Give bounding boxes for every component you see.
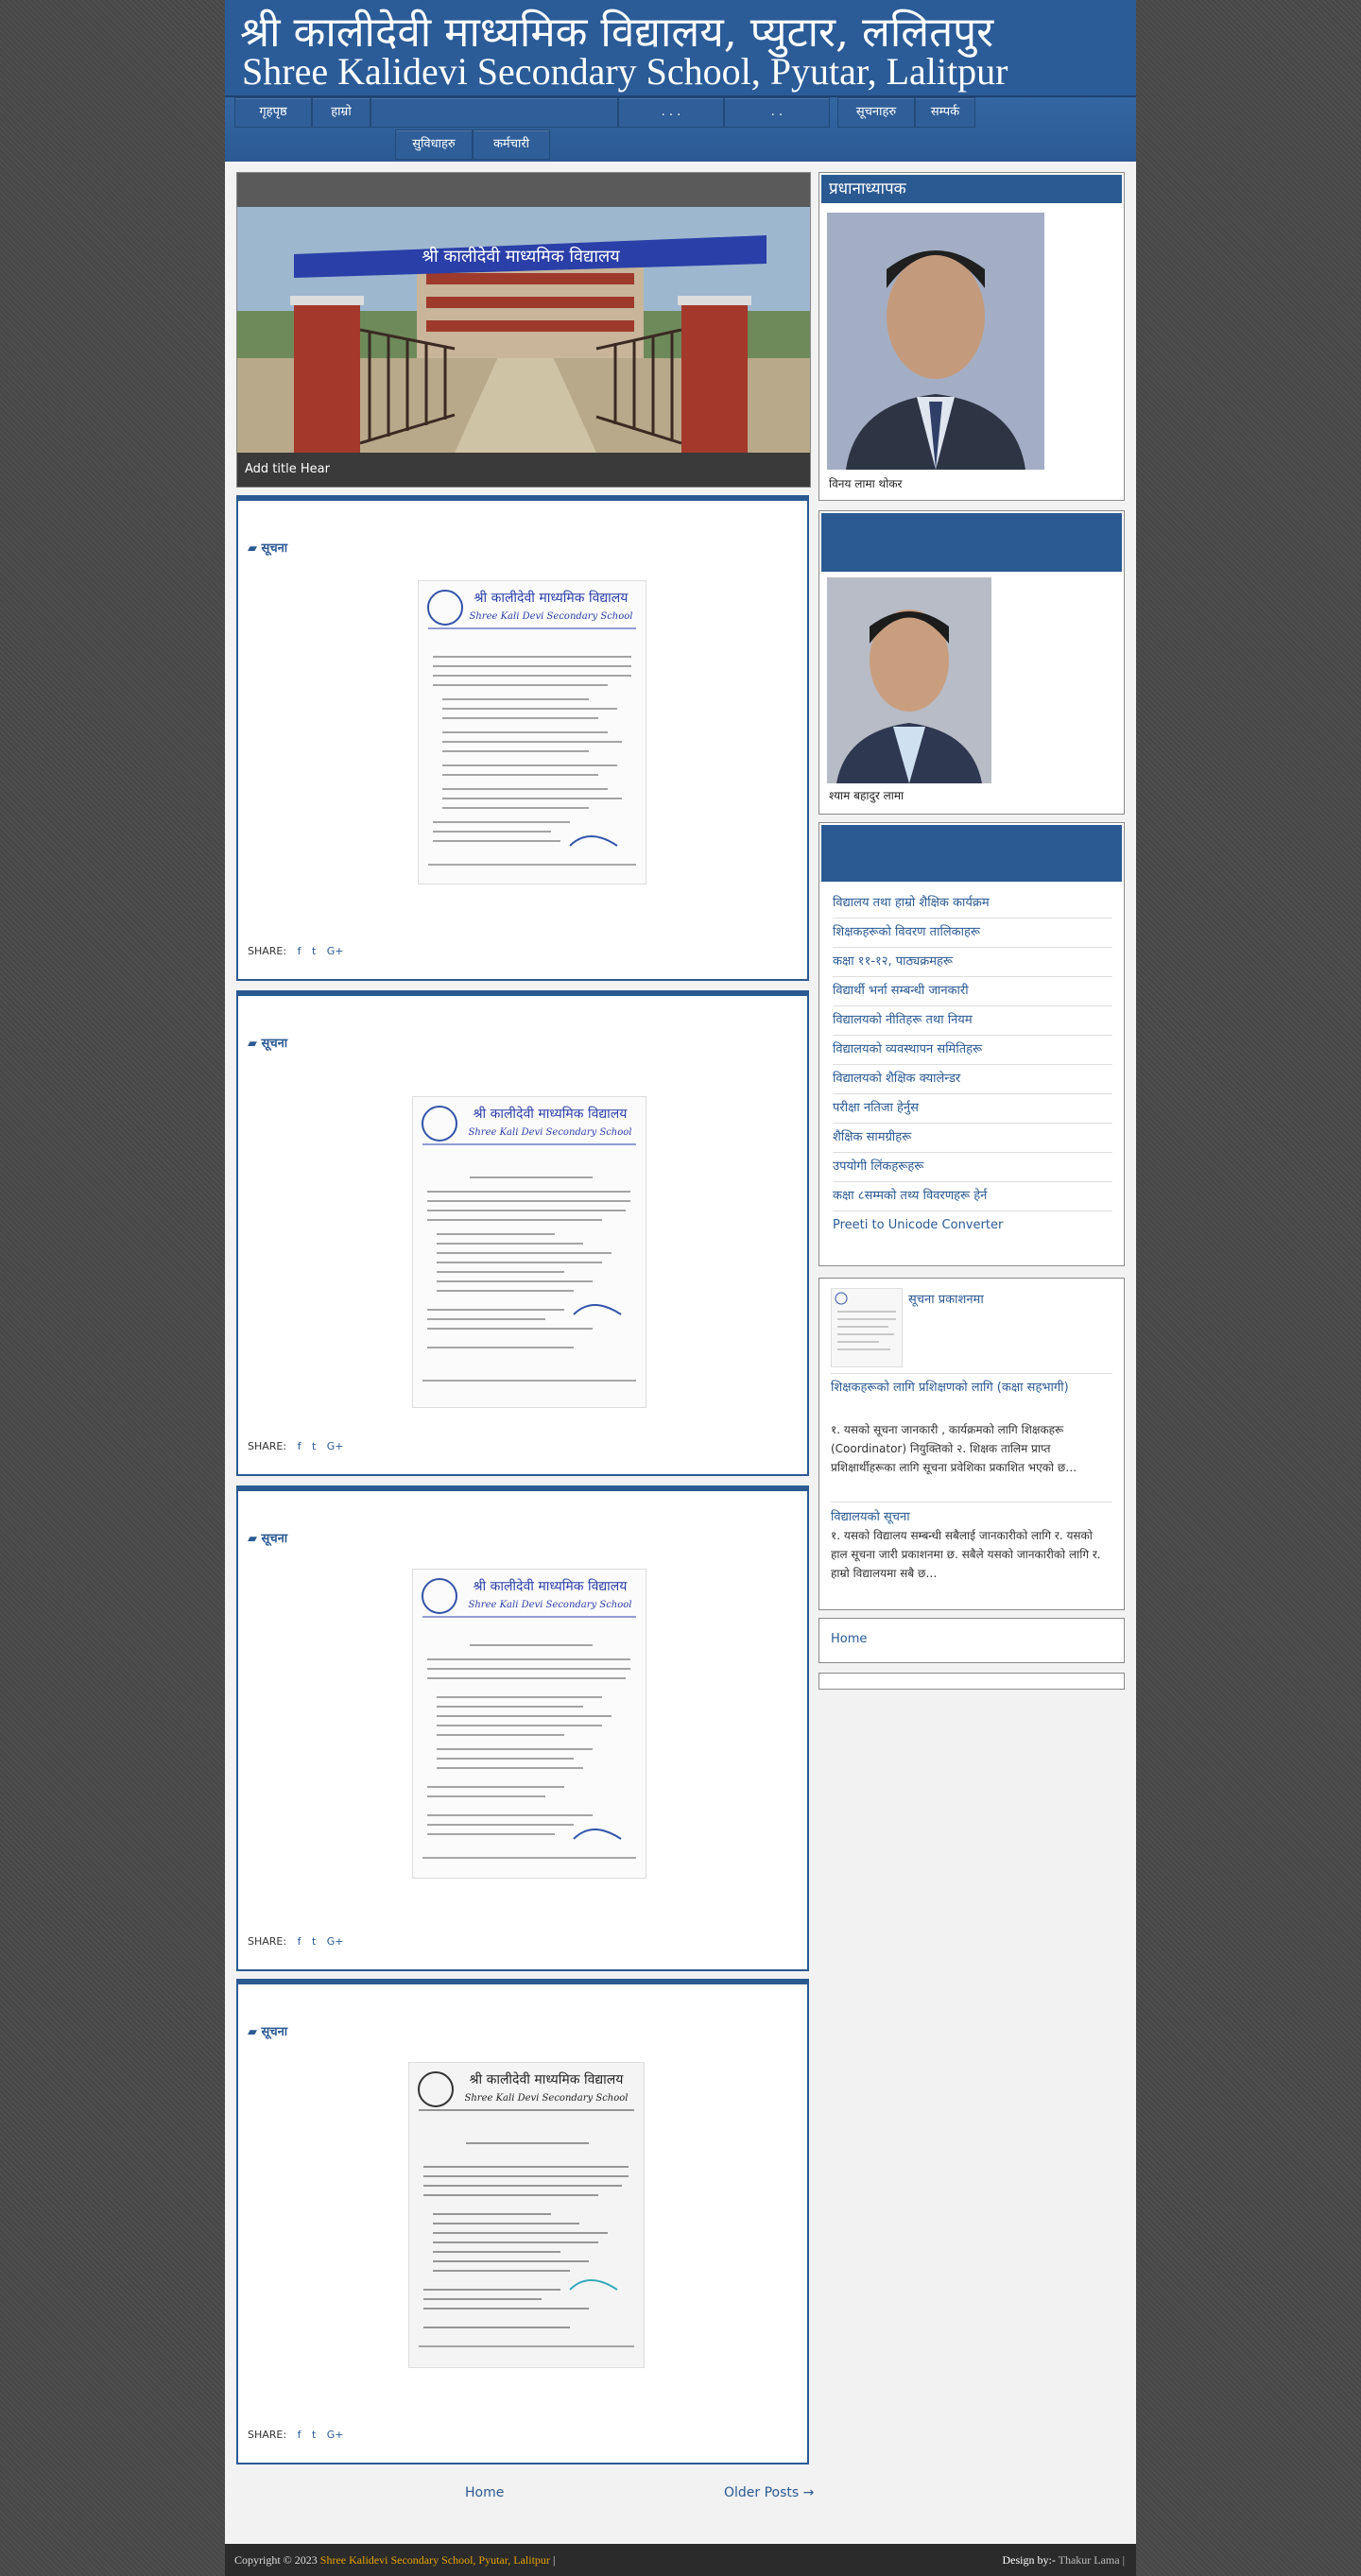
svg-text:श्री कालीदेवी माध्यमिक विद्याल: श्री कालीदेवी माध्यमिक विद्यालय	[470, 2071, 625, 2087]
site-header: श्री कालीदेवी माध्यमिक विद्यालय, प्युटार…	[225, 0, 1136, 97]
widget-title: प्रधानाध्यापक	[821, 175, 1122, 203]
google-plus-icon[interactable]: G+	[327, 945, 344, 957]
page-container: श्री कालीदेवी माध्यमिक विद्यालय, प्युटार…	[225, 0, 1136, 2576]
nav-item-contact[interactable]: सम्पर्क	[915, 97, 975, 128]
share-bar: SHARE: f t G+	[248, 1935, 344, 1948]
svg-text:श्री कालीदेवी माध्यमिक विद्याल: श्री कालीदेवी माध्यमिक विद्यालय	[422, 246, 620, 266]
principal-name: विनय लामा थोकर	[829, 477, 903, 490]
nav-item-staff[interactable]: कर्मचारी	[473, 129, 550, 160]
nav-item-about[interactable]: हाम्रो	[312, 97, 370, 128]
google-plus-icon[interactable]: G+	[327, 1935, 344, 1948]
post-category[interactable]: ▰ सूचना	[248, 1529, 287, 1546]
footer-designer: Design by:- Thakur Lama |	[1002, 2553, 1126, 2567]
sidebar-link[interactable]: शिक्षकहरूको विवरण तालिकाहरू	[833, 919, 1112, 948]
divider	[831, 1502, 1112, 1503]
nav-item-home[interactable]: गृहपृष्ठ	[234, 97, 312, 128]
site-footer: Copyright © 2023 Shree Kalidevi Secondar…	[225, 2544, 1136, 2576]
widget-quick-links: विद्यालय तथा हाम्रो शैक्षिक कार्यक्रम शि…	[818, 822, 1125, 1266]
google-plus-icon[interactable]: G+	[327, 2429, 344, 2441]
nav-item-blank[interactable]	[370, 97, 618, 128]
notice-document-image[interactable]: श्री कालीदेवी माध्यमिक विद्यालय Shree Ka…	[418, 580, 646, 884]
sidebar-link[interactable]: विद्यालयको व्यवस्थापन समितिहरू	[833, 1036, 1112, 1065]
widget-chairperson: श्याम बहादुर लामा	[818, 510, 1125, 815]
sidebar-link[interactable]: परीक्षा नतिजा हेर्नुस	[833, 1094, 1112, 1124]
sidebar-home-link[interactable]: Home	[831, 1632, 867, 1646]
pager-home-link[interactable]: Home	[465, 2485, 504, 2500]
sidebar-link[interactable]: विद्यालयको नीतिहरू तथा नियम	[833, 1006, 1112, 1036]
svg-text:Shree Kali Devi Secondary Scho: Shree Kali Devi Secondary School	[470, 611, 633, 622]
sidebar-link-preeti-converter[interactable]: Preeti to Unicode Converter	[833, 1211, 1112, 1240]
post-category[interactable]: ▰ सूचना	[248, 2022, 287, 2039]
main-navigation: गृहपृष्ठ हाम्रो . . . . . सूचनाहरु सम्पर…	[225, 97, 1136, 162]
chairperson-name: श्याम बहादुर लामा	[829, 789, 904, 802]
slider-photo-school-gate: श्री कालीदेवी माध्यमिक विद्यालय	[237, 207, 810, 453]
facebook-icon[interactable]: f	[298, 945, 301, 957]
facebook-icon[interactable]: f	[298, 2429, 301, 2441]
sidebar-link[interactable]: कक्षा ११-१२, पाठ्यक्रमहरू	[833, 948, 1112, 977]
widget-recent-posts: सूचना प्रकाशनमा शिक्षकहरूको लागि प्रशिक्…	[818, 1278, 1125, 1610]
folder-icon: ▰	[248, 2025, 262, 2039]
nav-item-dots-1[interactable]: . . .	[618, 97, 724, 128]
widget-empty	[818, 1673, 1125, 1690]
svg-text:Shree Kali Devi Secondary Scho: Shree Kali Devi Secondary School	[465, 2093, 629, 2104]
recent-post-excerpt: १. यसको सूचना जानकारी , कार्यक्रमको लागि…	[831, 1423, 1077, 1474]
recent-post-title[interactable]: विद्यालयको सूचना	[831, 1507, 1112, 1524]
notice-document-image[interactable]: श्री कालीदेवी माध्यमिक विद्यालय Shree Ka…	[412, 1096, 646, 1408]
twitter-icon[interactable]: t	[312, 945, 316, 957]
principal-photo[interactable]	[827, 213, 1044, 470]
site-title-english[interactable]: Shree Kalidevi Secondary School, Pyutar,…	[242, 49, 1008, 94]
sidebar-link[interactable]: उपयोगी लिंकहरूहरू	[833, 1153, 1112, 1182]
twitter-icon[interactable]: t	[312, 1935, 316, 1948]
post-card: ▰ सूचना श्री कालीदेवी माध्यमिक विद्यालय …	[236, 1485, 809, 1971]
share-bar: SHARE: f t G+	[248, 1440, 344, 1452]
notice-document-image[interactable]: श्री कालीदेवी माध्यमिक विद्यालय Shree Ka…	[412, 1569, 646, 1879]
nav-item-facilities[interactable]: सुविधाहरु	[395, 129, 473, 160]
twitter-icon[interactable]: t	[312, 2429, 316, 2441]
sidebar-link[interactable]: विद्यालय तथा हाम्रो शैक्षिक कार्यक्रम	[833, 889, 1112, 919]
svg-text:श्री कालीदेवी माध्यमिक विद्याल: श्री कालीदेवी माध्यमिक विद्यालय	[474, 1578, 629, 1594]
pager-older-posts-link[interactable]: Older Posts →	[724, 2485, 814, 2500]
widget-title	[821, 825, 1122, 882]
recent-post-title[interactable]: शिक्षकहरूको लागि प्रशिक्षणको लागि (कक्षा…	[831, 1379, 1112, 1398]
chairperson-photo[interactable]	[827, 577, 991, 783]
sidebar-link[interactable]: विद्यार्थी भर्ना सम्बन्धी जानकारी	[833, 977, 1112, 1006]
share-bar: SHARE: f t G+	[248, 2429, 344, 2441]
slider-top-bar	[237, 173, 810, 207]
folder-icon: ▰	[248, 541, 262, 556]
svg-text:Shree Kali Devi Secondary Scho: Shree Kali Devi Secondary School	[469, 1600, 632, 1610]
sidebar-link[interactable]: कक्षा ८सम्मको तथ्य विवरणहरू हेर्न	[833, 1182, 1112, 1211]
facebook-icon[interactable]: f	[298, 1935, 301, 1948]
image-slider[interactable]: श्री कालीदेवी माध्यमिक विद्यालय Add titl…	[236, 172, 811, 488]
post-category[interactable]: ▰ सूचना	[248, 1034, 287, 1051]
recent-post-thumbnail[interactable]	[831, 1288, 903, 1367]
folder-icon: ▰	[248, 1037, 262, 1051]
post-card: ▰ सूचना श्री कालीदेवी माध्यमिक विद्यालय …	[236, 1979, 809, 2464]
nav-item-dots-2[interactable]: . .	[724, 97, 830, 128]
slider-caption[interactable]: Add title Hear	[237, 453, 810, 487]
recent-post-excerpt: १. यसको विद्यालय सम्बन्धी सबैलाई जानकारी…	[831, 1529, 1101, 1580]
share-bar: SHARE: f t G+	[248, 945, 344, 957]
svg-text:श्री कालीदेवी माध्यमिक विद्याल: श्री कालीदेवी माध्यमिक विद्यालय	[474, 590, 629, 606]
twitter-icon[interactable]: t	[312, 1440, 316, 1452]
notice-document-image[interactable]: श्री कालीदेवी माध्यमिक विद्यालय Shree Ka…	[408, 2062, 645, 2368]
recent-post-title[interactable]: सूचना प्रकाशनमा	[908, 1290, 1116, 1307]
widget-principal: प्रधानाध्यापक विनय लामा थोकर	[818, 172, 1125, 501]
widget-title	[821, 513, 1122, 572]
footer-school-link[interactable]: Shree Kalidevi Secondary School, Pyutar,…	[320, 2553, 550, 2567]
svg-text:Shree Kali Devi Secondary Scho: Shree Kali Devi Secondary School	[469, 1127, 632, 1138]
sidebar-link[interactable]: विद्यालयको शैक्षिक क्यालेन्डर	[833, 1065, 1112, 1094]
post-category[interactable]: ▰ सूचना	[248, 539, 287, 556]
svg-text:श्री कालीदेवी माध्यमिक विद्याल: श्री कालीदेवी माध्यमिक विद्यालय	[474, 1106, 629, 1122]
nav-item-notices[interactable]: सूचनाहरु	[837, 97, 915, 128]
footer-designer-link[interactable]: Thakur Lama |	[1059, 2553, 1125, 2567]
google-plus-icon[interactable]: G+	[327, 1440, 344, 1452]
facebook-icon[interactable]: f	[298, 1440, 301, 1452]
folder-icon: ▰	[248, 1532, 262, 1546]
divider	[831, 1373, 1112, 1374]
footer-copyright: Copyright © 2023 Shree Kalidevi Secondar…	[234, 2553, 556, 2567]
post-card: ▰ सूचना श्री कालीदेवी माध्यमिक विद्यालय …	[236, 495, 809, 981]
widget-home-link: Home	[818, 1618, 1125, 1663]
sidebar-link[interactable]: शैक्षिक सामग्रीहरू	[833, 1124, 1112, 1153]
post-card: ▰ सूचना श्री कालीदेवी माध्यमिक विद्यालय …	[236, 990, 809, 1476]
